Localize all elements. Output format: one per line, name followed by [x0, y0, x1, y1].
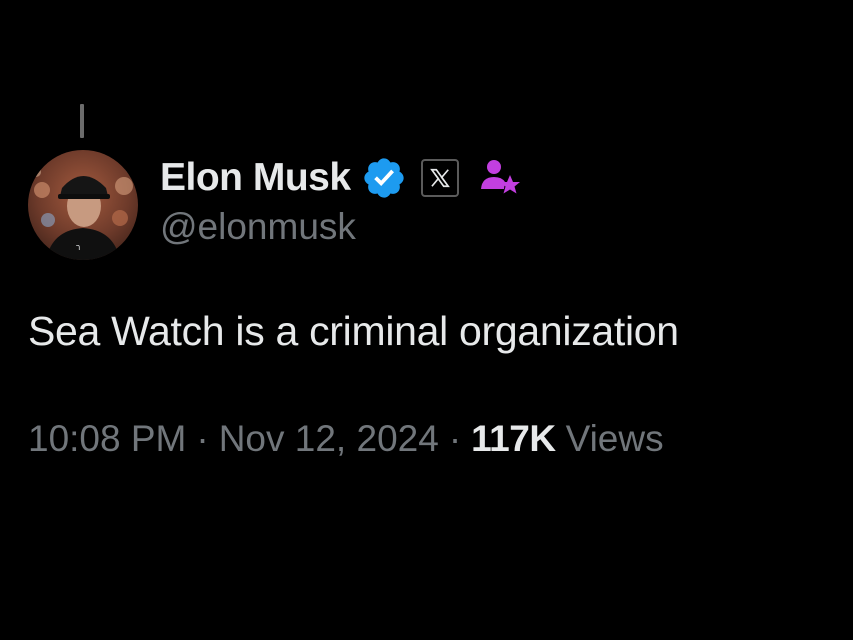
svg-text:ר: ר	[76, 243, 80, 252]
avatar[interactable]: ר	[28, 150, 138, 260]
tweet-time[interactable]: 10:08 PM	[28, 418, 186, 460]
author-name-row: Elon Musk	[160, 152, 523, 204]
author-handle[interactable]: @elonmusk	[160, 206, 356, 248]
thread-connector-line	[80, 104, 84, 138]
avatar-image: ר	[28, 150, 138, 260]
author-display-name[interactable]: Elon Musk	[160, 156, 351, 200]
views-label[interactable]: Views	[566, 418, 664, 460]
meta-separator: ·	[196, 418, 209, 459]
tweet-meta-row: 10:08 PM · Nov 12, 2024 · 117K Views	[28, 418, 664, 460]
tweet-date[interactable]: Nov 12, 2024	[219, 418, 439, 460]
views-count[interactable]: 117K	[471, 418, 556, 460]
tweet-text: Sea Watch is a criminal organization	[28, 308, 679, 354]
x-logo-icon[interactable]	[420, 159, 459, 197]
meta-separator: ·	[448, 418, 462, 459]
creator-person-star-icon[interactable]	[477, 155, 523, 201]
verified-badge-icon[interactable]	[361, 155, 407, 201]
